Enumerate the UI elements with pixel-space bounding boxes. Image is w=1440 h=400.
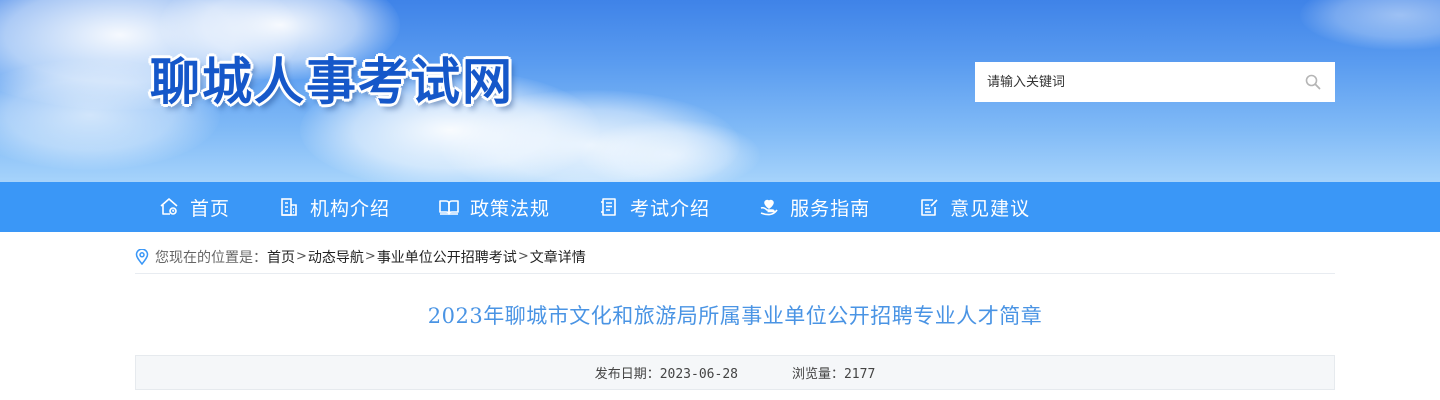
home-icon <box>158 196 180 218</box>
nav-item-label: 政策法规 <box>470 197 551 220</box>
nav-item-exam[interactable]: 考试介绍 <box>598 182 710 232</box>
nav-item-label: 服务指南 <box>790 197 871 220</box>
breadcrumb-link-home[interactable]: 首页 <box>267 247 295 267</box>
cloud-decoration <box>580 120 760 182</box>
nav-item-feedback[interactable]: 意见建议 <box>918 182 1030 232</box>
edit-note-icon <box>918 196 940 218</box>
breadcrumb-separator: > <box>296 249 307 264</box>
nav-item-about[interactable]: 机构介绍 <box>278 182 390 232</box>
search-input[interactable] <box>987 62 1303 102</box>
nav-item-service[interactable]: 服务指南 <box>758 182 870 232</box>
breadcrumb-prefix: 您现在的位置是： <box>155 249 267 266</box>
nav-item-label: 机构介绍 <box>310 197 391 220</box>
cloud-decoration <box>1300 0 1440 50</box>
publish-date: 发布日期：2023-06-28 <box>594 367 738 382</box>
document-icon <box>598 196 620 218</box>
location-pin-icon <box>135 248 151 265</box>
nav-item-policy[interactable]: 政策法规 <box>438 182 550 232</box>
header-banner: 聊城人事考试网 <box>0 0 1440 182</box>
search-icon[interactable] <box>1303 72 1323 92</box>
view-count: 浏览量：2177 <box>791 367 876 382</box>
book-icon <box>438 196 460 218</box>
nav-item-label: 考试介绍 <box>630 197 711 220</box>
breadcrumb-separator: > <box>517 249 529 264</box>
nav-item-label: 首页 <box>190 197 231 220</box>
site-logo[interactable]: 聊城人事考试网 <box>150 50 514 114</box>
breadcrumb-link-news[interactable]: 动态导航 <box>308 247 364 267</box>
search-box <box>975 62 1335 102</box>
building-icon <box>278 196 300 218</box>
breadcrumb-link-category[interactable]: 事业单位公开招聘考试 <box>377 247 517 267</box>
breadcrumb: 您现在的位置是： 首页 > 动态导航 > 事业单位公开招聘考试 > 文章详情 <box>135 240 1335 274</box>
nav-item-label: 意见建议 <box>950 197 1031 220</box>
article-title: 2023年聊城市文化和旅游局所属事业单位公开招聘专业人才简章 <box>427 304 1043 328</box>
breadcrumb-current[interactable]: 文章详情 <box>530 247 586 267</box>
main-nav: 首页 机构介绍 政策法规 考试介绍 服务指南 意见建议 <box>0 182 1440 232</box>
breadcrumb-separator: > <box>364 249 376 264</box>
article-meta: 发布日期：2023-06-28 浏览量：2177 <box>135 355 1335 390</box>
heart-hand-icon <box>758 196 780 218</box>
nav-item-home[interactable]: 首页 <box>158 182 230 232</box>
